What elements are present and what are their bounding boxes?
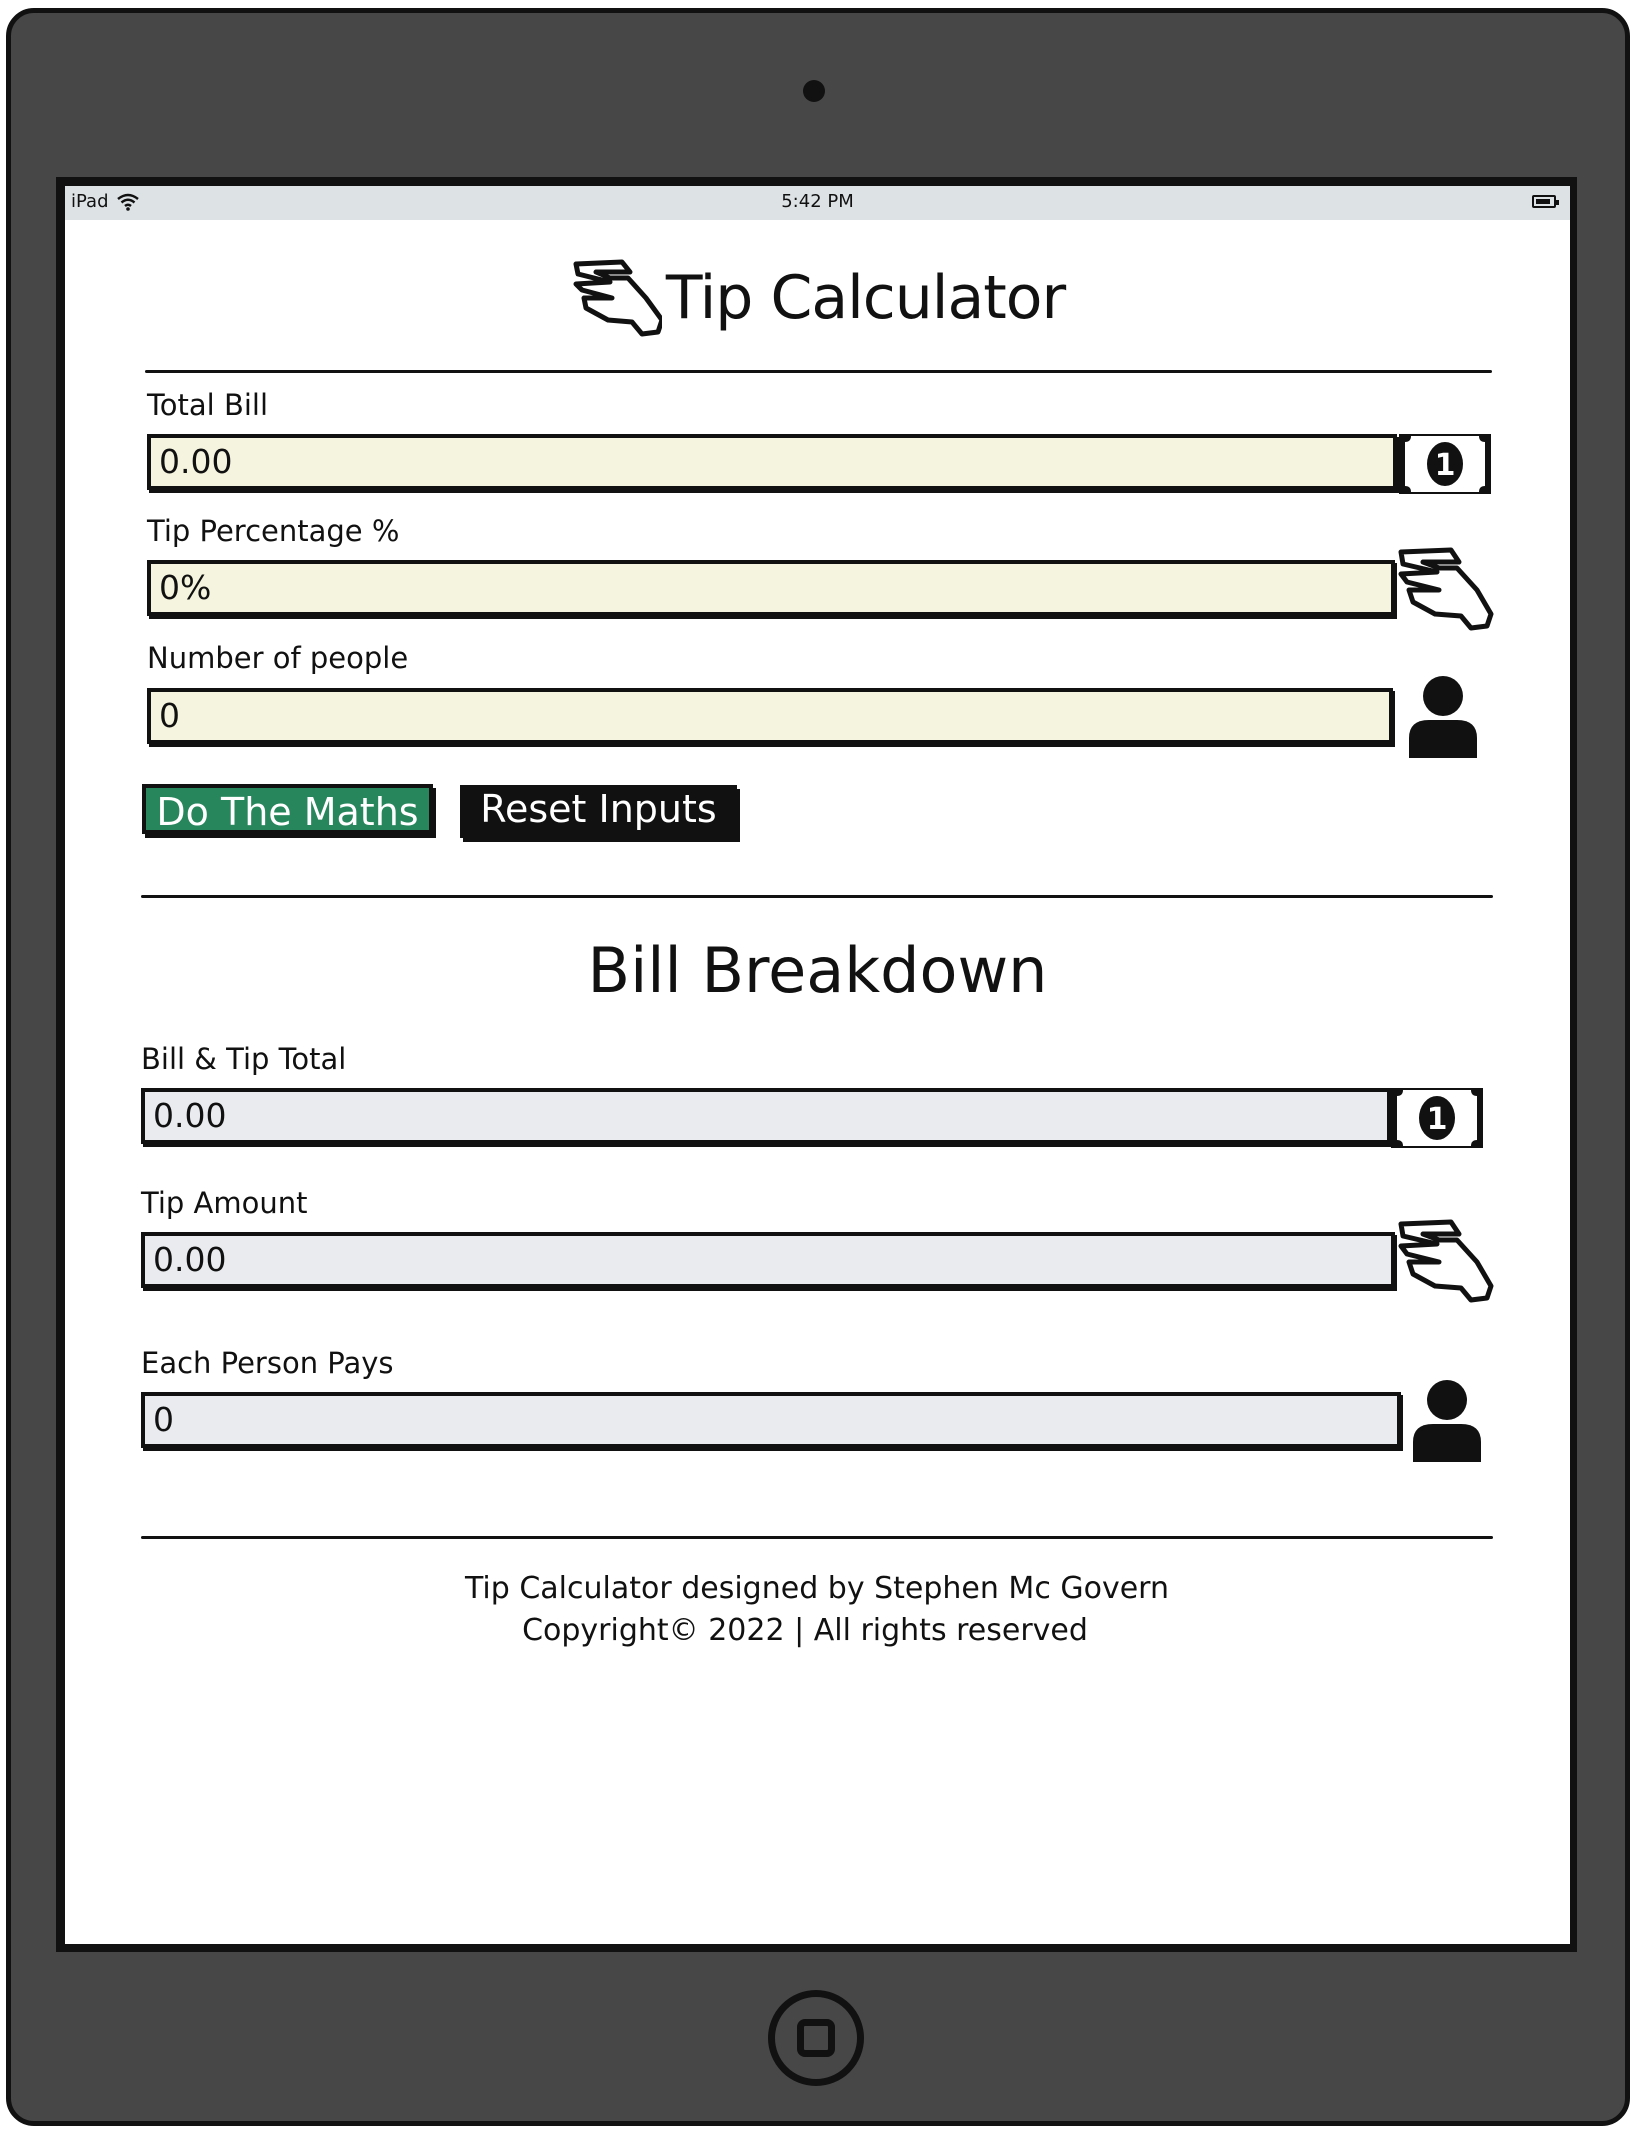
footer-copyright: Copyright© 2022 | All rights reserved bbox=[522, 1613, 1088, 1648]
status-bar: iPad 5:42 PM bbox=[65, 186, 1570, 220]
tip-hand-icon bbox=[573, 259, 662, 337]
battery-icon bbox=[1532, 195, 1559, 208]
page-title: Tip Calculator bbox=[65, 258, 1570, 338]
person-icon bbox=[1413, 1380, 1481, 1462]
section-title: Bill Breakdown bbox=[587, 934, 1048, 1007]
bill-tip-total-label: Bill & Tip Total bbox=[141, 1042, 347, 1076]
screen: iPad 5:42 PM Tip Calculator Total Bill 0… bbox=[65, 186, 1570, 1944]
tip-amount-label: Tip Amount bbox=[141, 1186, 308, 1220]
svg-text:1: 1 bbox=[1427, 1102, 1448, 1137]
tip-hand-icon bbox=[1398, 1219, 1494, 1303]
tip-percentage-label: Tip Percentage % bbox=[147, 514, 400, 548]
reset-inputs-button[interactable]: Reset Inputs bbox=[460, 785, 737, 838]
divider bbox=[141, 895, 1493, 898]
person-icon bbox=[1409, 676, 1477, 758]
footer-credit: Tip Calculator designed by Stephen Mc Go… bbox=[465, 1571, 1169, 1606]
divider bbox=[141, 1536, 1493, 1539]
svg-text:1: 1 bbox=[1435, 448, 1456, 483]
money-bill-icon: 1 bbox=[1391, 1088, 1483, 1148]
home-button[interactable] bbox=[768, 1990, 864, 2086]
divider bbox=[145, 370, 1492, 373]
app-title: Tip Calculator bbox=[665, 263, 1066, 333]
tip-amount-output: 0.00 bbox=[141, 1232, 1395, 1288]
do-the-maths-button[interactable]: Do The Maths bbox=[142, 784, 433, 834]
each-person-output: 0 bbox=[141, 1392, 1401, 1448]
each-person-label: Each Person Pays bbox=[141, 1346, 394, 1380]
money-bill-icon: 1 bbox=[1399, 434, 1491, 494]
clock: 5:42 PM bbox=[781, 191, 854, 212]
tip-hand-icon bbox=[1398, 547, 1494, 631]
tip-percentage-input[interactable]: 0% bbox=[147, 560, 1395, 616]
people-input[interactable]: 0 bbox=[147, 688, 1393, 744]
bill-tip-total-output: 0.00 bbox=[141, 1088, 1391, 1144]
total-bill-input[interactable]: 0.00 bbox=[147, 434, 1397, 490]
camera-dot bbox=[803, 80, 825, 102]
total-bill-label: Total Bill bbox=[147, 388, 269, 422]
people-label: Number of people bbox=[147, 641, 409, 675]
